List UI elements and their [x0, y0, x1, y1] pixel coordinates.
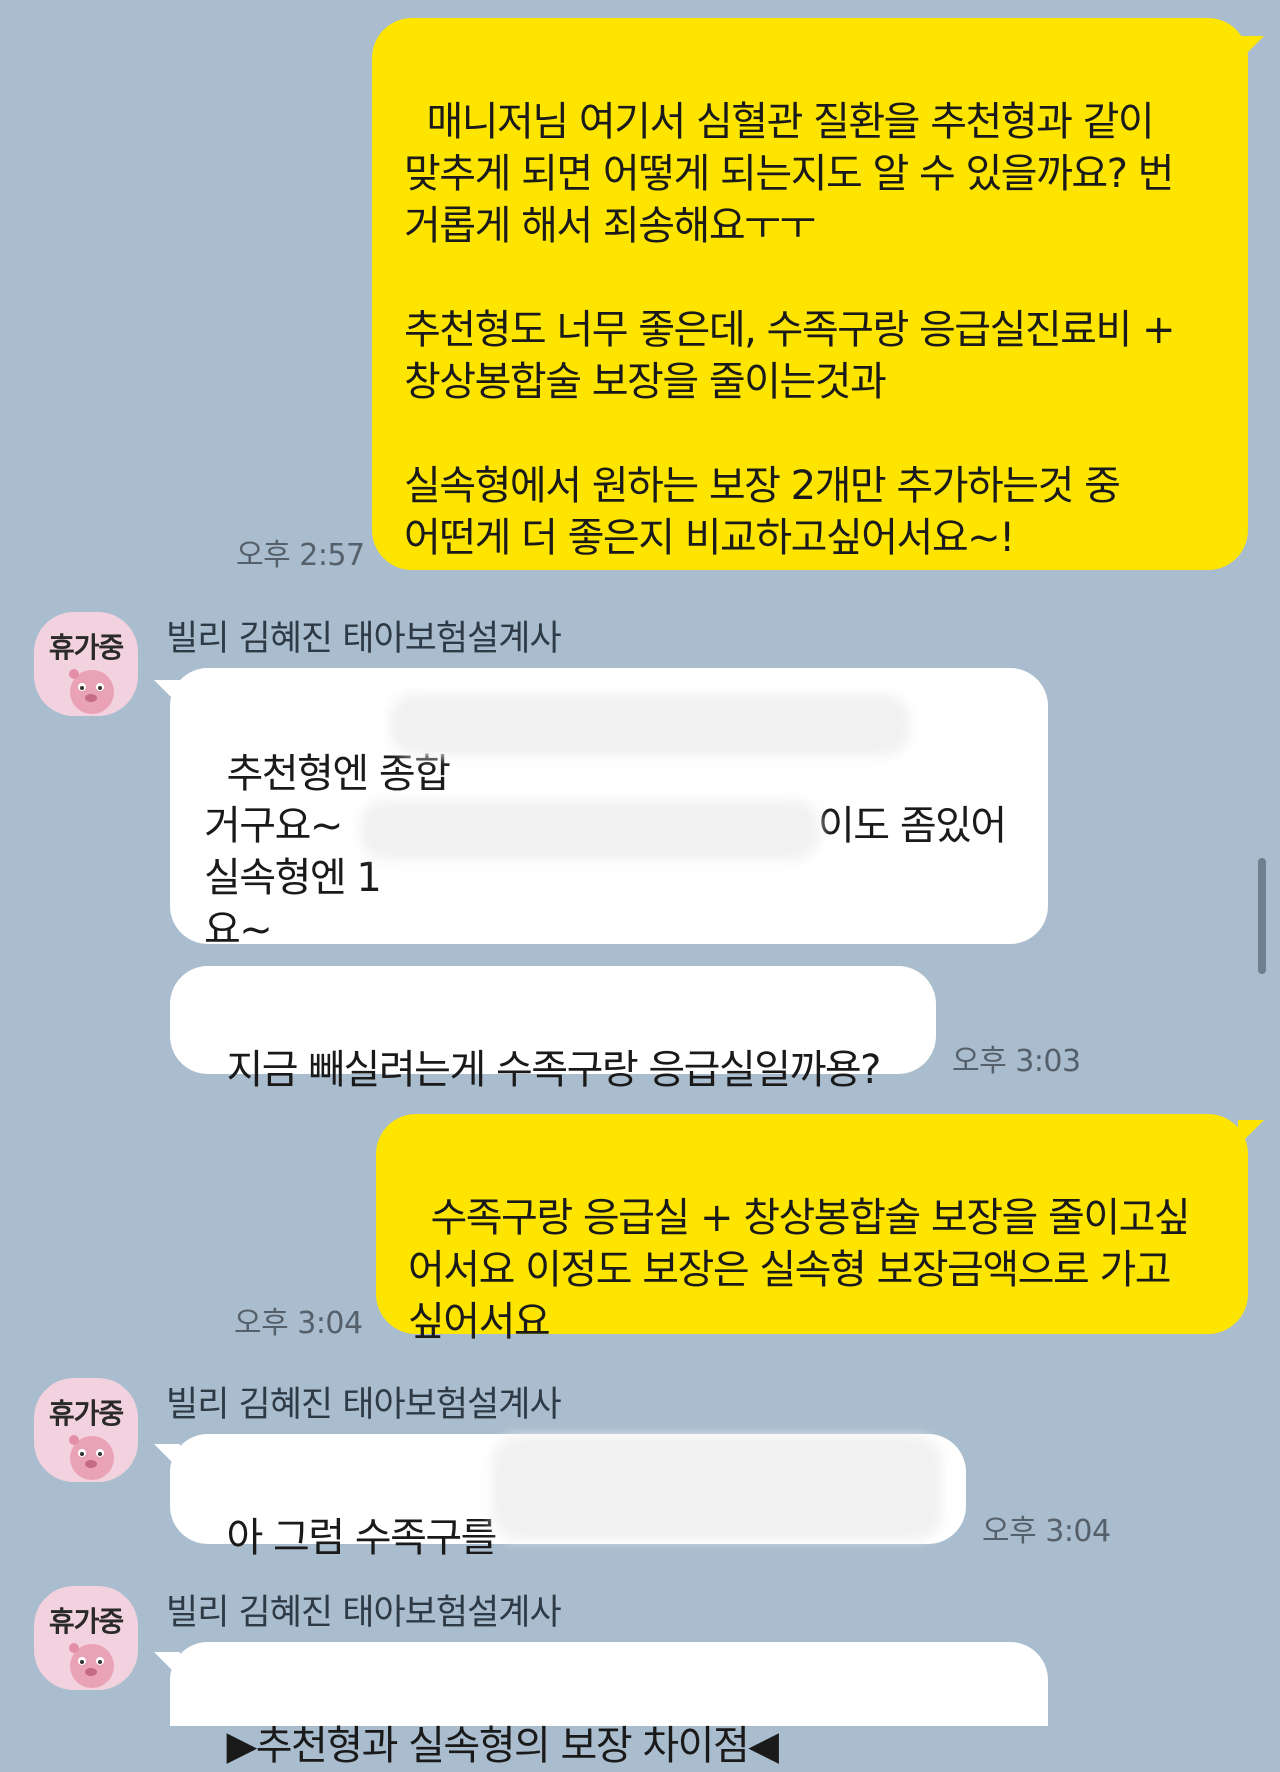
message-text: 아 그럼 수족구를: [226, 1515, 497, 1561]
outgoing-message-bubble[interactable]: 매니저님 여기서 심혈관 질환을 추천형과 같이 맞추게 되면 어떻게 되는지도…: [372, 18, 1248, 570]
redacted-region: [360, 800, 820, 860]
sender-name: 빌리 김혜진 태아보험설계사: [166, 1593, 562, 1633]
sender-name: 빌리 김혜진 태아보험설계사: [166, 1385, 562, 1425]
outgoing-message-bubble[interactable]: 수족구랑 응급실 + 창상봉합술 보장을 줄이고싶 어서요 이정도 보장은 실속…: [376, 1114, 1248, 1345]
bubble-tail: [1238, 1120, 1264, 1146]
bubble-tail: [154, 680, 180, 706]
beaver-icon: [69, 1435, 114, 1480]
incoming-message-bubble[interactable]: 아 그럼 수족구를: [170, 1434, 966, 1561]
message-text: ▶추천형과 실속형의 보장 차이점◀: [226, 1723, 779, 1769]
incoming-message-bubble[interactable]: ▶추천형과 실속형의 보장 차이점◀: [170, 1642, 1048, 1769]
redacted-region: [492, 1436, 942, 1540]
message-text: 수족구랑 응급실 + 창상봉합술 보장을 줄이고싶 어서요 이정도 보장은 실속…: [408, 1195, 1191, 1345]
bubble-tail: [154, 1444, 180, 1470]
beaver-icon: [69, 669, 114, 714]
message-time: 오후 2:57: [236, 538, 365, 573]
avatar[interactable]: 휴가중: [34, 612, 138, 716]
message-text-tail: 이도 좀있어: [818, 803, 1007, 849]
message-time: 오후 3:03: [952, 1044, 1081, 1079]
bubble-tail: [1238, 36, 1264, 62]
incoming-message-bubble[interactable]: 추천형엔 종합 거구요~ 실속형엔 1 요~ 이도 좀있어: [170, 668, 1048, 953]
message-text: 매니저님 여기서 심혈관 질환을 추천형과 같이 맞추게 되면 어떻게 되는지도…: [404, 99, 1176, 561]
scrollbar[interactable]: [1258, 858, 1266, 974]
redacted-region: [390, 694, 910, 756]
avatar[interactable]: 휴가중: [34, 1586, 138, 1690]
avatar[interactable]: 휴가중: [34, 1378, 138, 1482]
message-text: 지금 빼실려는게 수족구랑 응급실일까용?: [226, 1047, 881, 1093]
bubble-tail: [154, 1652, 180, 1678]
beaver-icon: [69, 1643, 114, 1688]
sender-name: 빌리 김혜진 태아보험설계사: [166, 619, 562, 659]
message-time: 오후 3:04: [982, 1514, 1111, 1549]
message-time: 오후 3:04: [234, 1306, 363, 1341]
incoming-message-bubble[interactable]: 지금 빼실려는게 수족구랑 응급실일까용?: [170, 966, 936, 1093]
